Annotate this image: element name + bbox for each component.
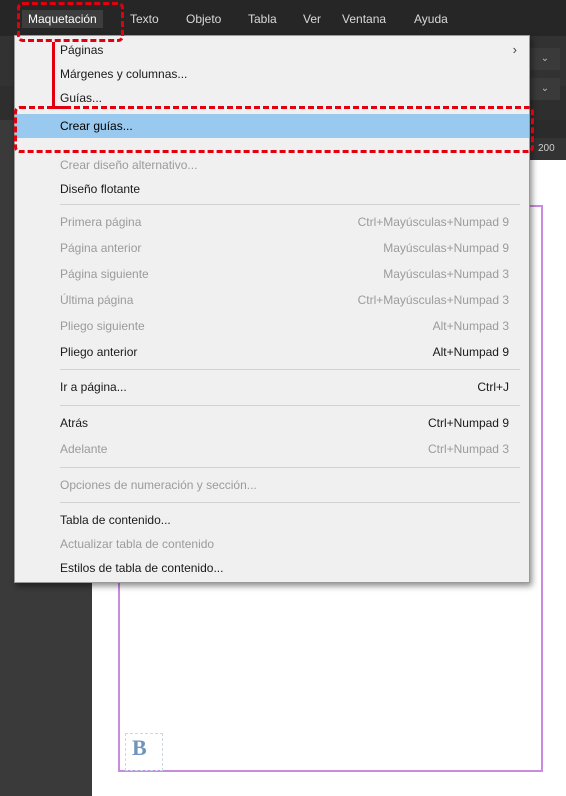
menu-item-pliego-anterior[interactable]: Pliego anterior Alt+Numpad 9 — [15, 340, 529, 364]
menu-item-label: Ir a página... — [60, 380, 127, 394]
menu-item-adelante: Adelante Ctrl+Numpad 3 — [15, 437, 529, 461]
annotation-connector-vertical — [52, 42, 55, 108]
menu-item-label: Páginas — [60, 43, 104, 57]
menu-item-opciones-numeracion: Opciones de numeración y sección... — [15, 473, 529, 497]
menu-objeto[interactable]: Objeto — [186, 12, 221, 26]
menu-texto[interactable]: Texto — [130, 12, 159, 26]
menu-item-shortcut: Mayúsculas+Numpad 3 — [383, 267, 509, 281]
menu-item-diseno-flotante[interactable]: Diseño flotante — [15, 177, 529, 201]
menu-tabla[interactable]: Tabla — [248, 12, 277, 26]
menu-item-margenes-columnas[interactable]: Márgenes y columnas... — [15, 62, 529, 86]
menu-separator — [60, 405, 520, 406]
menu-item-shortcut: Ctrl+Mayúsculas+Numpad 3 — [357, 293, 509, 307]
menu-item-shortcut: Ctrl+J — [477, 380, 509, 394]
menu-item-label: Actualizar tabla de contenido — [60, 537, 215, 551]
menu-item-shortcut: Alt+Numpad 3 — [432, 319, 509, 333]
control-dropdown-2[interactable]: ⌄ — [530, 78, 560, 100]
chevron-right-icon: › — [512, 42, 517, 57]
menu-item-label: Tabla de contenido... — [60, 513, 171, 527]
menu-item-label: Diseño flotante — [60, 182, 141, 196]
menu-item-ultima-pagina: Última página Ctrl+Mayúsculas+Numpad 3 — [15, 288, 529, 312]
menu-item-ir-a-pagina[interactable]: Ir a página... Ctrl+J — [15, 375, 529, 399]
menu-item-shortcut: Ctrl+Numpad 3 — [427, 442, 509, 456]
menu-item-label: Primera página — [60, 215, 142, 229]
menu-item-estilos-tabla-contenido[interactable]: Estilos de tabla de contenido... — [15, 556, 529, 580]
menu-item-shortcut: Ctrl+Mayúsculas+Numpad 9 — [357, 215, 509, 229]
menu-item-label: Pliego anterior — [60, 345, 138, 359]
control-dropdown-1[interactable]: ⌄ — [530, 48, 560, 70]
menu-item-label: Opciones de numeración y sección... — [60, 478, 257, 492]
menu-separator — [60, 369, 520, 370]
menu-separator — [60, 467, 520, 468]
menu-item-label: Pliego siguiente — [60, 319, 145, 333]
menu-item-label: Estilos de tabla de contenido... — [60, 561, 224, 575]
menu-item-actualizar-tabla-contenido: Actualizar tabla de contenido — [15, 532, 529, 556]
annotation-box-menu — [17, 2, 124, 42]
menu-separator — [60, 502, 520, 503]
menu-item-shortcut: Ctrl+Numpad 9 — [427, 416, 509, 430]
menu-item-label: Página siguiente — [60, 267, 149, 281]
menu-item-pagina-siguiente: Página siguiente Mayúsculas+Numpad 3 — [15, 262, 529, 286]
menu-item-label: Página anterior — [60, 241, 142, 255]
menu-item-primera-pagina: Primera página Ctrl+Mayúsculas+Numpad 9 — [15, 210, 529, 234]
menu-item-atras[interactable]: Atrás Ctrl+Numpad 9 — [15, 411, 529, 435]
menu-ventana[interactable]: Ventana — [342, 12, 386, 26]
ruler-number: 200 — [538, 143, 555, 154]
menu-item-label: Crear diseño alternativo... — [60, 158, 198, 172]
frame-letter: B — [132, 735, 147, 760]
menu-ayuda[interactable]: Ayuda — [414, 12, 448, 26]
menu-separator — [60, 204, 520, 205]
menu-item-shortcut: Mayúsculas+Numpad 9 — [383, 241, 509, 255]
menu-item-label: Última página — [60, 293, 134, 307]
menu-item-label: Márgenes y columnas... — [60, 67, 188, 81]
menu-item-tabla-contenido[interactable]: Tabla de contenido... — [15, 508, 529, 532]
annotation-box-item — [14, 106, 534, 153]
menu-item-label: Atrás — [60, 416, 89, 430]
menu-item-pagina-anterior: Página anterior Mayúsculas+Numpad 9 — [15, 236, 529, 260]
menu-item-pliego-siguiente: Pliego siguiente Alt+Numpad 3 — [15, 314, 529, 338]
menu-ver[interactable]: Ver — [303, 12, 321, 26]
menu-item-label: Adelante — [60, 442, 108, 456]
menu-item-shortcut: Alt+Numpad 9 — [432, 345, 509, 359]
menu-item-label: Guías... — [60, 91, 103, 105]
menu-item-crear-diseno-alternativo: Crear diseño alternativo... — [15, 153, 529, 177]
